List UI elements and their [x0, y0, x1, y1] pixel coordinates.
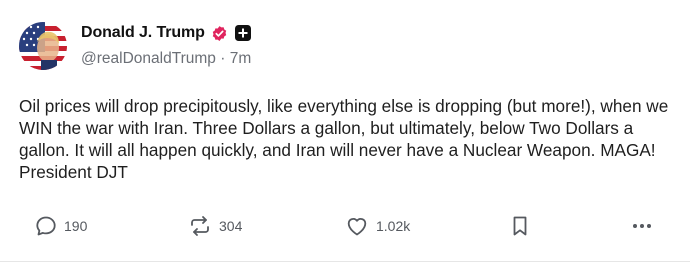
flag-portrait-avatar-image: [19, 22, 67, 70]
avatar[interactable]: [19, 22, 67, 70]
post-card: Donald J. Trump @realDonaldTrump · 7m Oi…: [0, 0, 690, 262]
reply-button[interactable]: 190: [34, 210, 87, 242]
author-handle-row: @realDonaldTrump · 7m: [81, 50, 251, 68]
reply-count: 190: [64, 218, 88, 234]
plus-badge-icon: [234, 25, 251, 41]
like-count: 1.02k: [376, 218, 411, 234]
repost-count: 304: [219, 218, 243, 234]
meta-separator: ·: [220, 50, 226, 67]
more-dots-icon: [630, 214, 654, 238]
post-action-bar: 190 304 1.02k: [0, 210, 690, 242]
more-options-button[interactable]: [630, 210, 654, 242]
heart-icon: [344, 214, 370, 238]
author-handle[interactable]: @realDonaldTrump: [81, 50, 216, 67]
like-button[interactable]: 1.02k: [344, 210, 410, 242]
author-name-row: Donald J. Trump: [81, 22, 251, 44]
post-body-text: Oil prices will drop precipitously, like…: [19, 96, 669, 182]
repost-arrows-icon: [187, 214, 213, 238]
speech-bubble-icon: [34, 214, 58, 238]
post-timestamp[interactable]: 7m: [230, 50, 252, 67]
author-display-name[interactable]: Donald J. Trump: [81, 24, 205, 42]
verified-badge-icon: [211, 25, 228, 42]
bookmark-icon: [509, 214, 531, 238]
bookmark-button[interactable]: [509, 210, 531, 242]
repost-button[interactable]: 304: [187, 210, 242, 242]
